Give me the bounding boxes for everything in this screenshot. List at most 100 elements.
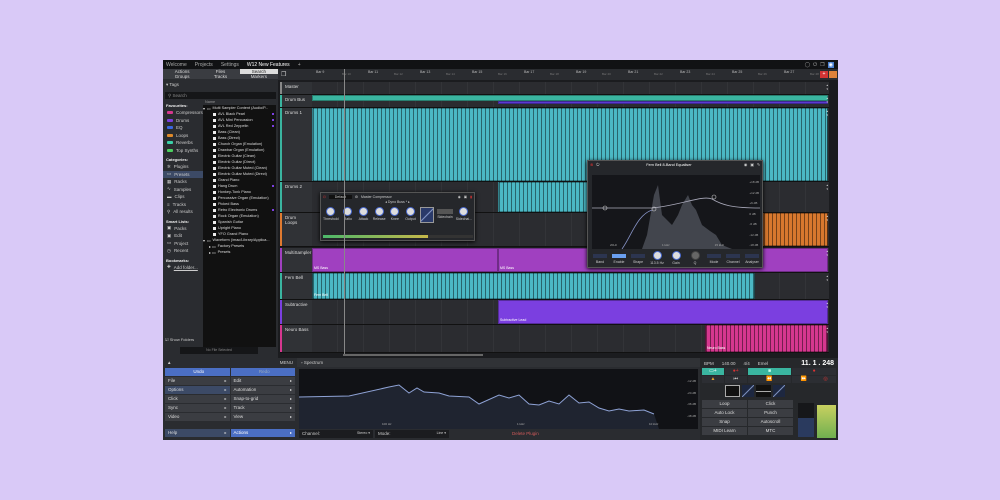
- cat-samples[interactable]: ∿ Samples: [163, 186, 203, 194]
- show-folders-checkbox[interactable]: ☑ Show Folders: [165, 337, 194, 342]
- settings-button[interactable]: [829, 71, 837, 78]
- track-header[interactable]: MultiSampler: [280, 248, 312, 272]
- fav-drums[interactable]: Drums: [163, 117, 203, 125]
- folder-row[interactable]: ▸ ▭ Presets: [203, 249, 276, 255]
- smart-edit[interactable]: ▣ Edit: [163, 232, 203, 240]
- cat-plugins[interactable]: ✲ Plugins: [163, 163, 203, 171]
- menu-automation[interactable]: Automation: [230, 386, 295, 394]
- track-controls-icon[interactable]: ▴ ▾: [826, 109, 828, 117]
- auto-lock-button[interactable]: Auto Lock: [702, 409, 747, 417]
- horizontal-scrollbar[interactable]: [343, 354, 483, 356]
- track-controls-icon[interactable]: ▴ ▾: [826, 83, 828, 91]
- track-lane[interactable]: [312, 82, 829, 94]
- window-icon[interactable]: ❐: [820, 62, 824, 68]
- warning-icon[interactable]: ▲: [702, 376, 724, 383]
- flat-icon[interactable]: [756, 385, 771, 397]
- loop-record-icon[interactable]: ◎: [823, 376, 827, 383]
- mtc-button[interactable]: MTC: [748, 427, 793, 435]
- undo-button[interactable]: Undo: [165, 368, 230, 376]
- tab-groups[interactable]: Groups: [163, 74, 201, 79]
- cat-all-results[interactable]: ⚲ All results: [163, 208, 203, 216]
- clip[interactable]: [498, 101, 828, 104]
- redo-button[interactable]: Redo: [230, 368, 295, 376]
- tags-header[interactable]: ▾ Tags: [163, 79, 278, 91]
- midi-learn-button[interactable]: MIDI Learn: [702, 427, 747, 435]
- track-controls-icon[interactable]: ▴ ▾: [826, 214, 828, 222]
- tab-tracks[interactable]: Tracks: [201, 74, 239, 79]
- track-lane[interactable]: Subtractive Lead: [312, 300, 829, 324]
- record-add-button[interactable]: +: [820, 71, 828, 78]
- fav-top-synths[interactable]: Top Synths: [163, 147, 203, 155]
- record-button[interactable]: ●: [792, 368, 836, 375]
- time-signature[interactable]: 4/4: [744, 361, 750, 366]
- track-subtractive[interactable]: Subtractive Subtractive Lead ▴ ▾: [280, 300, 829, 325]
- cat-tracks[interactable]: ≡ Tracks: [163, 201, 203, 209]
- track-drum-bus[interactable]: Drum Bus ▴ ▾: [280, 95, 829, 108]
- cat-presets[interactable]: ▭ Presets: [163, 170, 203, 178]
- camera-icon[interactable]: ▣: [464, 195, 467, 199]
- tab-welcome[interactable]: Welcome: [166, 62, 187, 68]
- track-lane[interactable]: [312, 95, 829, 107]
- eq-param[interactable]: Q: [687, 251, 703, 265]
- power-icon[interactable]: ⏻: [323, 195, 326, 199]
- fav-compressors[interactable]: Compressors: [163, 109, 203, 117]
- track-header[interactable]: Drum Bus: [280, 95, 312, 107]
- clip[interactable]: Neuro Bass: [705, 325, 828, 352]
- tab-projects[interactable]: Projects: [195, 62, 213, 68]
- play-button[interactable]: ■: [747, 368, 792, 375]
- clip[interactable]: Subtractive Lead: [498, 300, 828, 324]
- snap-button[interactable]: Snap: [702, 418, 747, 426]
- click-button[interactable]: Click: [748, 400, 793, 408]
- close-icon[interactable]: ⊗: [590, 162, 593, 167]
- track-controls-icon[interactable]: ▴ ▾: [826, 274, 828, 282]
- knob-knee[interactable]: Knee: [389, 207, 402, 223]
- delete-plugin-button[interactable]: Delete Plugin: [511, 430, 540, 438]
- smart-packs[interactable]: ▣ Packs: [163, 225, 203, 233]
- eq-param[interactable]: Shape: [630, 251, 646, 265]
- eq-param[interactable]: Channel: [725, 251, 741, 265]
- add-track-button[interactable]: ▭+: [702, 368, 724, 375]
- rewind-start-button[interactable]: ⏮: [724, 376, 747, 383]
- eye-icon[interactable]: ◉: [744, 162, 747, 167]
- power-icon[interactable]: ⏻: [813, 62, 817, 68]
- track-header[interactable]: Neuro Bass: [280, 325, 312, 352]
- bpm-value[interactable]: 140.00: [722, 361, 736, 366]
- track-neuro-bass[interactable]: Neuro Bass Neuro Bass ▴ ▾: [280, 325, 829, 353]
- rewind-button[interactable]: ⏪: [747, 376, 792, 383]
- track-controls-icon[interactable]: ▴ ▾: [826, 301, 828, 309]
- menu-view[interactable]: View: [230, 413, 295, 421]
- track-header[interactable]: Drum Loops: [280, 213, 312, 246]
- track-header[interactable]: Master: [280, 82, 312, 94]
- menu-options[interactable]: Options: [165, 386, 230, 394]
- menu-track[interactable]: Track: [230, 404, 295, 412]
- knob-threshold[interactable]: Threshold: [323, 207, 339, 223]
- eq-param[interactable]: Band: [592, 251, 608, 265]
- preset-select[interactable]: Default: [328, 194, 352, 199]
- curve-icon[interactable]: [725, 385, 740, 397]
- track-master[interactable]: Master ▴ ▾: [280, 82, 829, 95]
- punch-button[interactable]: Punch: [748, 409, 793, 417]
- clip[interactable]: Fern Bell: [312, 273, 755, 299]
- record-arm-button[interactable]: ●+: [724, 368, 747, 375]
- clip[interactable]: [498, 182, 590, 212]
- gear-icon[interactable]: ⚙: [355, 195, 358, 199]
- loop-button[interactable]: Loop: [702, 400, 747, 408]
- position-display[interactable]: 11. 1 . 248: [801, 360, 834, 367]
- ramp-icon[interactable]: [773, 385, 785, 397]
- pin-icon[interactable]: ✎: [757, 162, 760, 167]
- track-controls-icon[interactable]: ▴ ▾: [826, 326, 828, 334]
- menu-video[interactable]: Video: [165, 413, 230, 421]
- actions-menu[interactable]: Actions: [230, 429, 295, 437]
- fav-loops[interactable]: Loops: [163, 132, 203, 140]
- eq-param[interactable]: Gain: [668, 251, 684, 265]
- menu-click[interactable]: Click: [165, 395, 230, 403]
- autoscroll-button[interactable]: Autoscroll: [748, 418, 793, 426]
- fast-forward-button[interactable]: ⏩: [801, 376, 807, 383]
- playhead[interactable]: [344, 69, 345, 354]
- search-input[interactable]: ⚲ Search: [165, 92, 276, 99]
- channel-select[interactable]: Channel: Stereo ▾: [299, 430, 373, 438]
- help-menu[interactable]: Help: [165, 429, 230, 437]
- smart-recent[interactable]: ◷ Recent: [163, 247, 203, 255]
- power-icon[interactable]: ⏻: [596, 163, 599, 167]
- track-controls-icon[interactable]: ▴ ▾: [826, 249, 828, 257]
